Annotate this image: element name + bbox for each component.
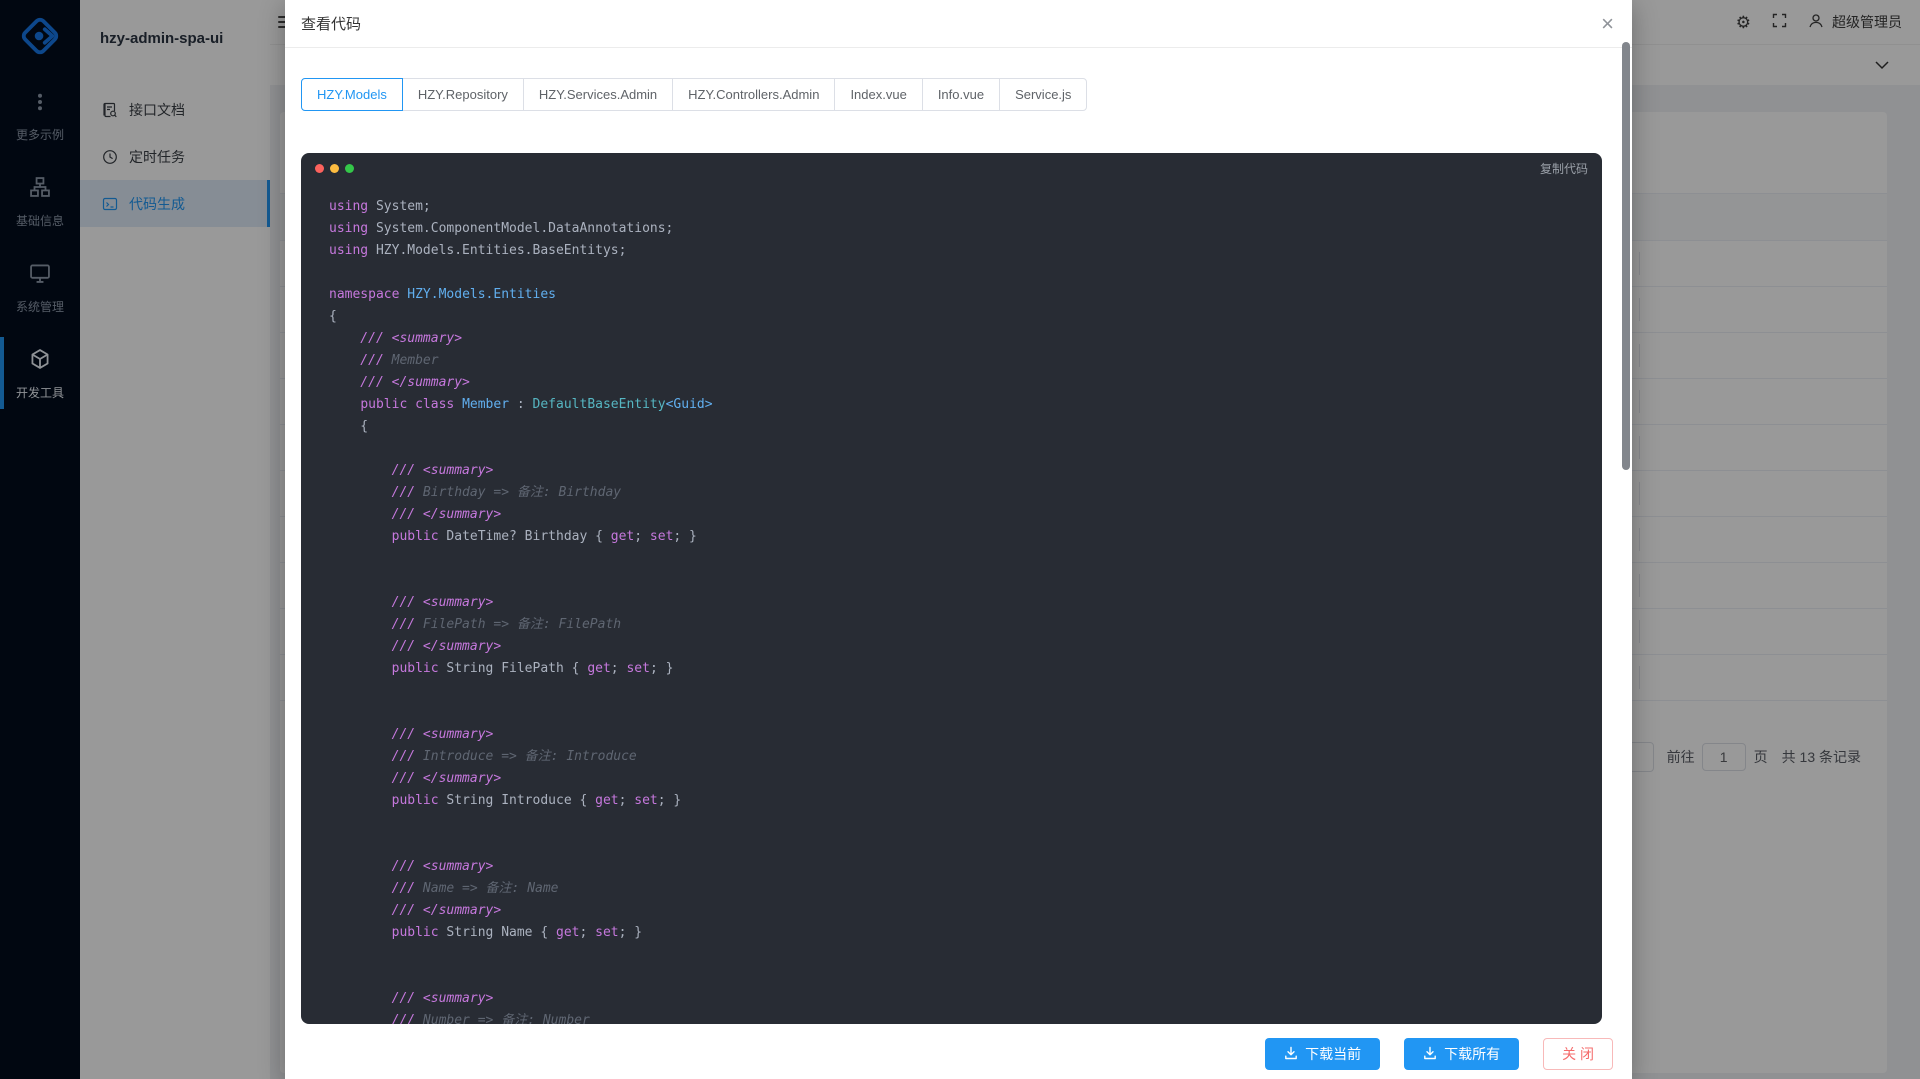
code-line <box>329 438 1602 460</box>
code-line: public String Name { get; set; } <box>329 922 1602 944</box>
code-line <box>329 680 1602 702</box>
window-dot-green-icon <box>345 164 354 173</box>
tab-service-js[interactable]: Service.js <box>999 78 1087 111</box>
code-content: using System;using System.ComponentModel… <box>301 184 1602 1024</box>
code-card: 复制代码 using System;using System.Component… <box>301 153 1602 1024</box>
download-current-button[interactable]: 下载当前 <box>1265 1038 1380 1070</box>
tab-info-vue[interactable]: Info.vue <box>922 78 1000 111</box>
window-dot-red-icon <box>315 164 324 173</box>
tab-hzy-repository[interactable]: HZY.Repository <box>402 78 524 111</box>
modal-title: 查看代码 <box>301 13 361 34</box>
code-line: /// Number => 备注: Number <box>329 1010 1602 1024</box>
code-line: /// FilePath => 备注: FilePath <box>329 614 1602 636</box>
code-line: /// </summary> <box>329 636 1602 658</box>
code-line <box>329 812 1602 834</box>
code-line <box>329 570 1602 592</box>
tab-hzy-models[interactable]: HZY.Models <box>301 78 403 111</box>
tab-hzy-services-admin[interactable]: HZY.Services.Admin <box>523 78 673 111</box>
window-dots <box>315 164 354 173</box>
screen: 更多示例 基础信息 系统管理 开发工具 h <box>0 0 1920 1079</box>
code-line: /// </summary> <box>329 768 1602 790</box>
code-line: public String Introduce { get; set; } <box>329 790 1602 812</box>
button-label: 关 闭 <box>1562 1044 1594 1064</box>
scrollbar-thumb[interactable] <box>1622 42 1630 470</box>
window-dot-yellow-icon <box>330 164 339 173</box>
download-icon <box>1284 1046 1298 1063</box>
code-line: using HZY.Models.Entities.BaseEntitys; <box>329 240 1602 262</box>
code-line: /// <summary> <box>329 856 1602 878</box>
code-line <box>329 262 1602 284</box>
code-line: /// Birthday => 备注: Birthday <box>329 482 1602 504</box>
code-line <box>329 966 1602 988</box>
code-line <box>329 702 1602 724</box>
copy-code-button[interactable]: 复制代码 <box>1540 160 1588 177</box>
tab-hzy-controllers-admin[interactable]: HZY.Controllers.Admin <box>672 78 835 111</box>
code-line: /// <summary> <box>329 988 1602 1010</box>
code-card-header: 复制代码 <box>301 153 1602 184</box>
tab-index-vue[interactable]: Index.vue <box>834 78 922 111</box>
modal-header: 查看代码 × <box>285 0 1632 48</box>
button-label: 下载所有 <box>1444 1044 1500 1064</box>
code-line: { <box>329 416 1602 438</box>
download-all-button[interactable]: 下载所有 <box>1404 1038 1519 1070</box>
code-line: /// </summary> <box>329 372 1602 394</box>
view-code-modal: 查看代码 × HZY.ModelsHZY.RepositoryHZY.Servi… <box>285 0 1632 1079</box>
close-icon[interactable]: × <box>1599 13 1616 35</box>
code-line: using System.ComponentModel.DataAnnotati… <box>329 218 1602 240</box>
download-icon <box>1423 1046 1437 1063</box>
code-line <box>329 944 1602 966</box>
code-line: { <box>329 306 1602 328</box>
close-button[interactable]: 关 闭 <box>1543 1038 1613 1070</box>
code-line: public String FilePath { get; set; } <box>329 658 1602 680</box>
button-label: 下载当前 <box>1305 1044 1361 1064</box>
code-line: /// </summary> <box>329 900 1602 922</box>
code-line: public class Member : DefaultBaseEntity<… <box>329 394 1602 416</box>
code-file-tabs: HZY.ModelsHZY.RepositoryHZY.Services.Adm… <box>301 78 1616 111</box>
code-line <box>329 834 1602 856</box>
modal-footer: 下载当前 下载所有 关 闭 <box>285 1024 1632 1079</box>
code-line: using System; <box>329 196 1602 218</box>
code-line: /// <summary> <box>329 460 1602 482</box>
code-line: /// <summary> <box>329 592 1602 614</box>
code-line: /// Introduce => 备注: Introduce <box>329 746 1602 768</box>
code-line: /// Member <box>329 350 1602 372</box>
code-line <box>329 548 1602 570</box>
code-line: public DateTime? Birthday { get; set; } <box>329 526 1602 548</box>
code-line: /// <summary> <box>329 724 1602 746</box>
code-line: /// </summary> <box>329 504 1602 526</box>
code-line: /// <summary> <box>329 328 1602 350</box>
modal-scrollbar <box>1622 0 1631 1079</box>
code-line: namespace HZY.Models.Entities <box>329 284 1602 306</box>
code-line: /// Name => 备注: Name <box>329 878 1602 900</box>
